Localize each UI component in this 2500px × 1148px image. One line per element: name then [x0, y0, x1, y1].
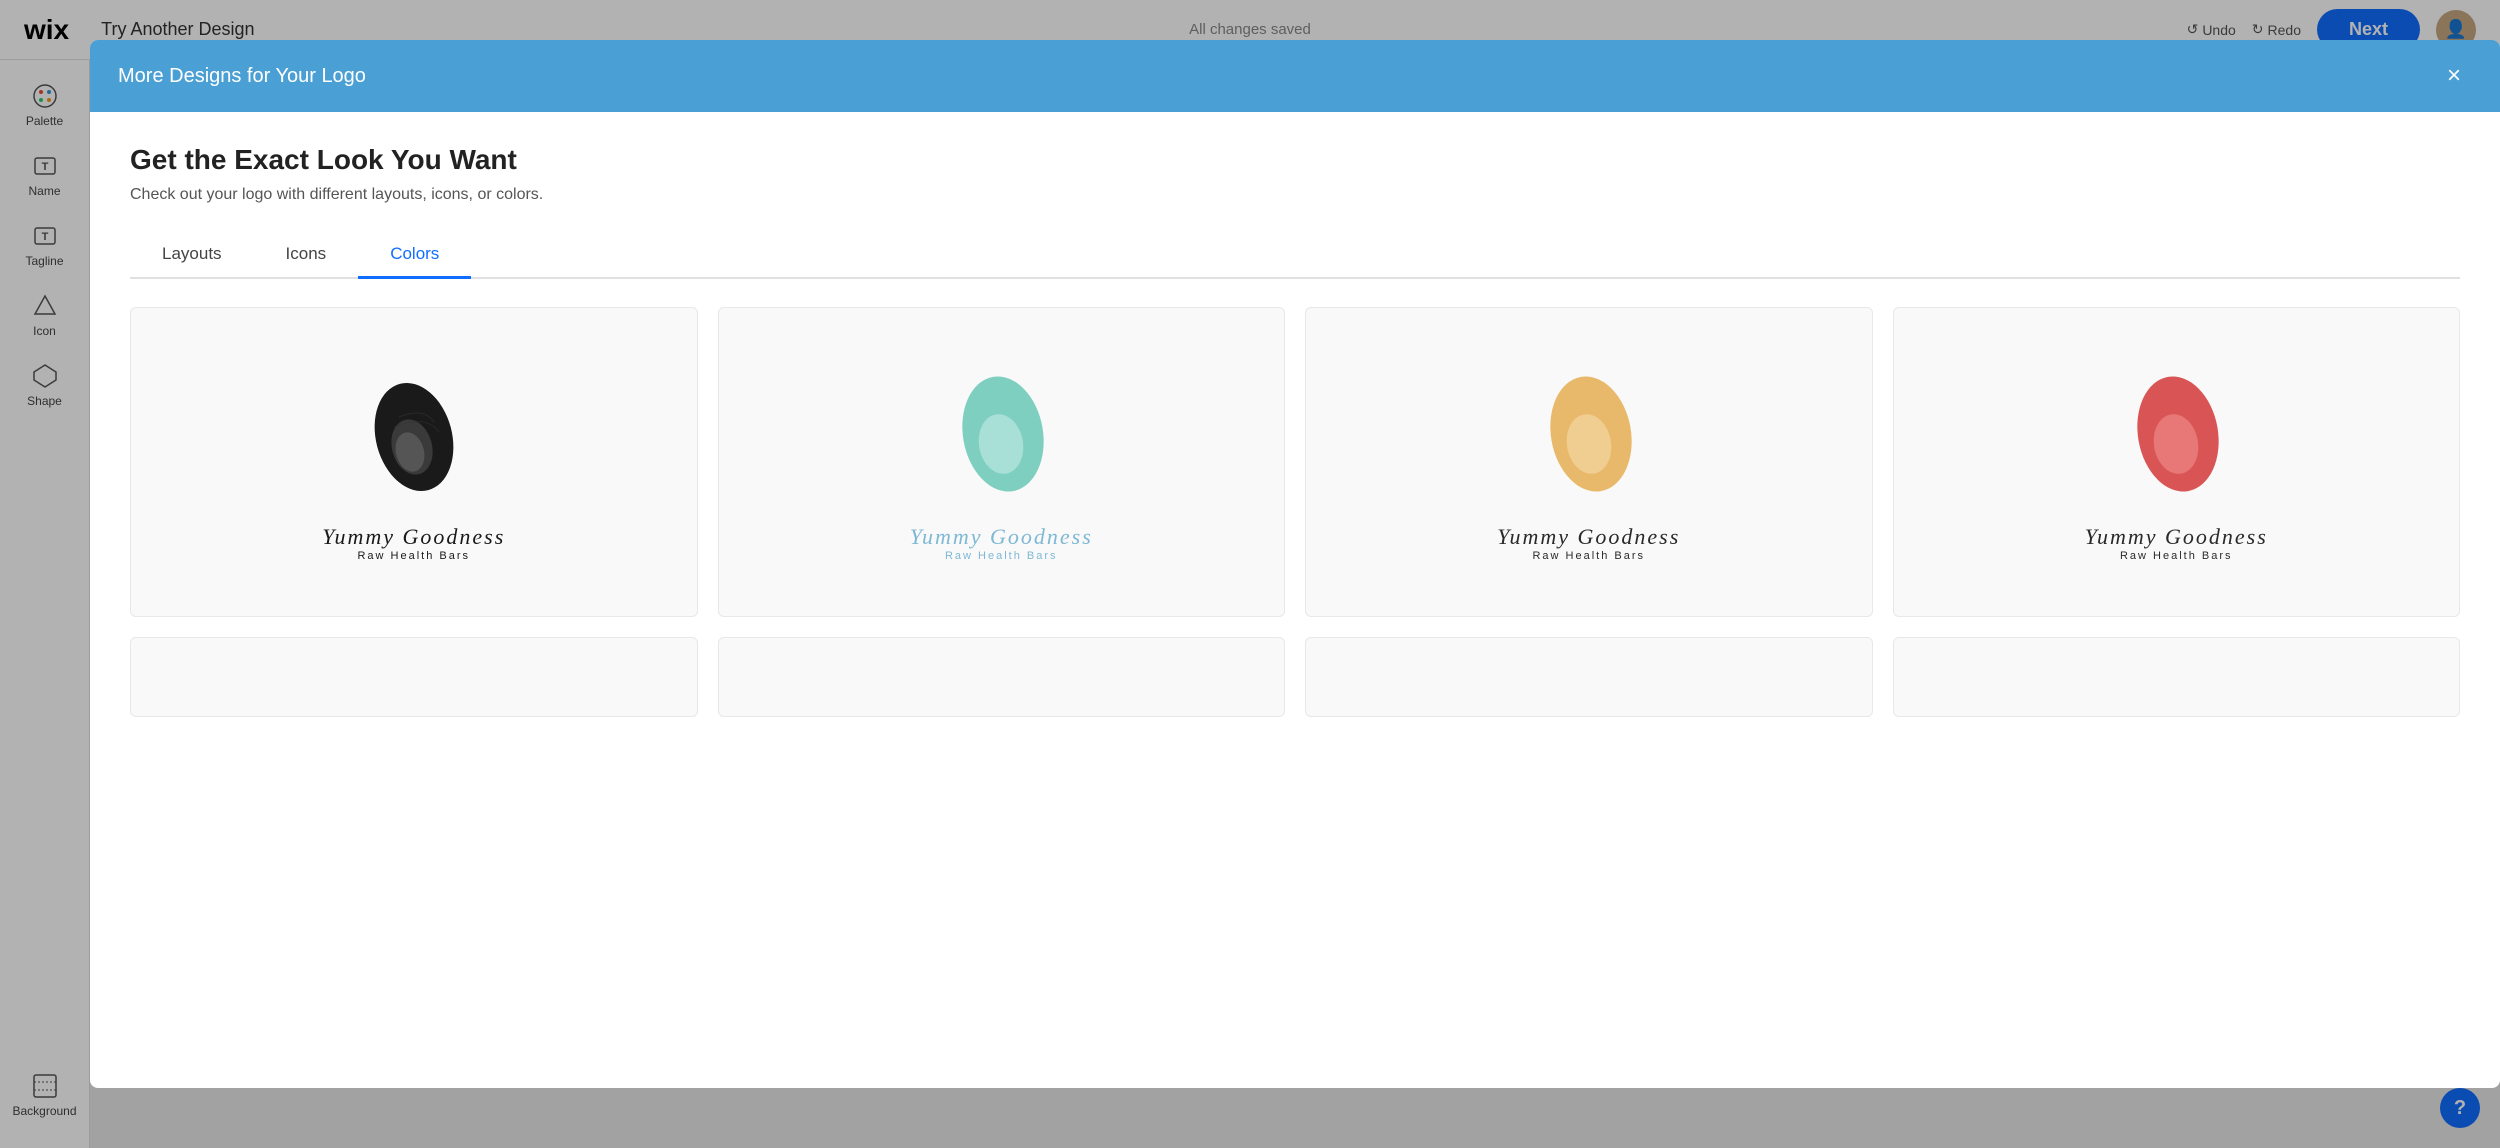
logo-text-3: Yummy Goodness Raw Health Bars [1497, 524, 1680, 562]
logo-designs-modal: More Designs for Your Logo × Get the Exa… [90, 40, 2500, 1088]
tab-layouts[interactable]: Layouts [130, 232, 254, 279]
modal-header-title: More Designs for Your Logo [118, 65, 366, 88]
logo-text-1: Yummy Goodness Raw Health Bars [322, 524, 505, 562]
modal-header: More Designs for Your Logo × [90, 40, 2500, 112]
brand-name-1: Yummy Goodness [322, 524, 505, 550]
logo-text-4: Yummy Goodness Raw Health Bars [2085, 524, 2268, 562]
brand-tagline-2: Raw Health Bars [910, 550, 1093, 562]
tab-icons[interactable]: Icons [254, 232, 359, 279]
logo-card-4-inner: Yummy Goodness Raw Health Bars [1894, 308, 2460, 616]
logo-card-6[interactable] [718, 637, 1286, 717]
logo-card-2[interactable]: Yummy Goodness Raw Health Bars [718, 307, 1286, 617]
logo-card-3-inner: Yummy Goodness Raw Health Bars [1306, 308, 1872, 616]
logo-icon-4 [2116, 362, 2236, 512]
brand-tagline-3: Raw Health Bars [1497, 550, 1680, 562]
tabs-container: Layouts Icons Colors [130, 232, 2460, 279]
logo-card-1-inner: Yummy Goodness Raw Health Bars [131, 308, 697, 616]
logo-card-7[interactable] [1305, 637, 1873, 717]
logo-card-4[interactable]: Yummy Goodness Raw Health Bars [1893, 307, 2461, 617]
logo-text-2: Yummy Goodness Raw Health Bars [910, 524, 1093, 562]
logo-card-5[interactable] [130, 637, 698, 717]
logo-card-1[interactable]: Yummy Goodness Raw Health Bars [130, 307, 698, 617]
brand-name-4: Yummy Goodness [2085, 524, 2268, 550]
brand-tagline-1: Raw Health Bars [322, 550, 505, 562]
brand-name-2: Yummy Goodness [910, 524, 1093, 550]
logo-card-8[interactable] [1893, 637, 2461, 717]
logo-card-2-inner: Yummy Goodness Raw Health Bars [719, 308, 1285, 616]
logo-icon-3 [1529, 362, 1649, 512]
logo-grid: Yummy Goodness Raw Health Bars Yummy Goo… [130, 307, 2460, 717]
brand-name-3: Yummy Goodness [1497, 524, 1680, 550]
brand-tagline-4: Raw Health Bars [2085, 550, 2268, 562]
modal-body: Get the Exact Look You Want Check out yo… [90, 112, 2500, 1088]
modal-subtitle: Check out your logo with different layou… [130, 186, 2460, 204]
modal-main-title: Get the Exact Look You Want [130, 144, 2460, 176]
modal-close-button[interactable]: × [2436, 58, 2472, 94]
logo-icon-1 [354, 362, 474, 512]
tab-colors[interactable]: Colors [358, 232, 471, 279]
logo-icon-2 [941, 362, 1061, 512]
logo-card-3[interactable]: Yummy Goodness Raw Health Bars [1305, 307, 1873, 617]
